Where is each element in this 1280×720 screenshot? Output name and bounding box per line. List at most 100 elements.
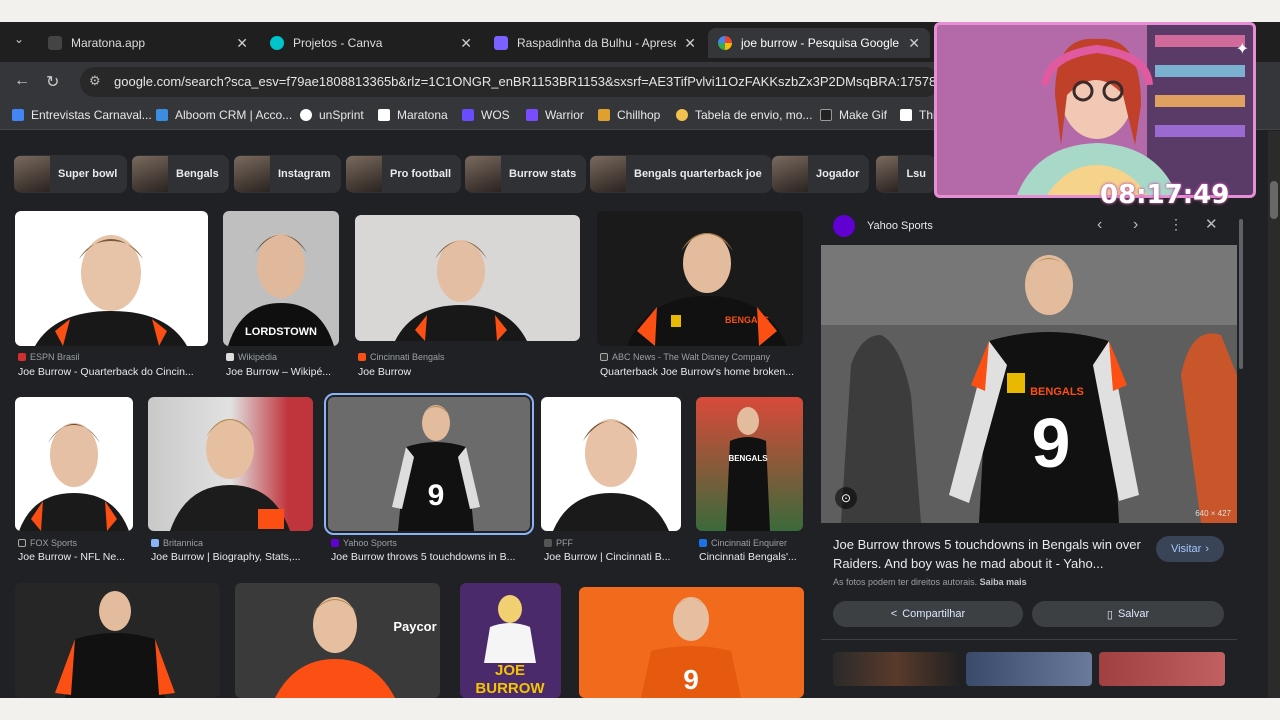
bookmark-item[interactable]: Make Gif: [820, 108, 887, 122]
close-icon[interactable]: ✕: [684, 35, 696, 52]
visit-button[interactable]: Visitar ›: [1156, 536, 1224, 562]
chip-bengals-qb[interactable]: Bengals quarterback joe: [590, 155, 772, 193]
close-icon[interactable]: ✕: [236, 35, 248, 52]
jersey-number: 9: [1032, 404, 1071, 482]
result-image[interactable]: [355, 215, 580, 341]
yahoo-source-icon: [833, 215, 855, 237]
more-options-icon[interactable]: ⋮: [1169, 216, 1183, 233]
chip-thumbnail: [876, 156, 899, 192]
chip-thumbnail: [772, 156, 808, 192]
scrollbar-thumb[interactable]: [1270, 181, 1278, 219]
result-image[interactable]: [15, 397, 133, 531]
result-title[interactable]: Joe Burrow | Biography, Stats,...: [151, 551, 315, 563]
bookmark-item[interactable]: Maratona: [378, 108, 448, 122]
result-title[interactable]: Joe Burrow – Wikipé...: [226, 366, 340, 378]
bookmark-item[interactable]: Thi: [900, 108, 936, 122]
tab-raspadinha[interactable]: Raspadinha da Bulhu - Apresen ✕: [484, 28, 706, 58]
chip-label: Lsu: [906, 168, 926, 180]
chip-jogador[interactable]: Jogador: [772, 155, 870, 193]
result-title[interactable]: Joe Burrow - NFL Ne...: [18, 551, 132, 563]
related-image[interactable]: [966, 652, 1092, 686]
tab-google-search[interactable]: joe burrow - Pesquisa Google ✕: [708, 28, 930, 58]
related-image[interactable]: [833, 652, 959, 686]
close-icon[interactable]: ✕: [1205, 215, 1218, 233]
chip-instagram[interactable]: Instagram: [234, 155, 341, 193]
result-title[interactable]: Joe Burrow throws 5 touchdowns in B...: [331, 551, 527, 563]
result-image[interactable]: [148, 397, 313, 531]
bookmark-item[interactable]: Chillhop: [598, 108, 660, 122]
result-title[interactable]: Joe Burrow | Cincinnati B...: [544, 551, 680, 563]
chip-bengals[interactable]: Bengals: [132, 155, 229, 193]
player-photo-icon: [395, 240, 527, 341]
sponsor-text: Paycor: [393, 619, 436, 634]
result-image-selected[interactable]: 9: [324, 393, 534, 535]
source-icon: [544, 539, 552, 547]
result-image[interactable]: LORDSTOWN: [223, 211, 339, 346]
chevron-right-icon: ›: [1205, 543, 1210, 555]
reload-icon[interactable]: ↻: [46, 72, 59, 92]
jersey-text: LORDSTOWN: [245, 326, 317, 338]
panel-scrollbar[interactable]: [1239, 219, 1243, 369]
chevron-left-icon[interactable]: ‹: [1097, 216, 1102, 234]
tab-search-button[interactable]: ⌄: [10, 32, 28, 50]
source-icon: [151, 539, 159, 547]
result-image[interactable]: 9: [579, 587, 804, 698]
close-icon[interactable]: ✕: [908, 35, 920, 52]
result-image[interactable]: BENGALS: [597, 211, 803, 346]
bookmark-icon: [156, 109, 168, 121]
slides-favicon-icon: [494, 36, 508, 50]
chevron-right-icon[interactable]: ›: [1133, 216, 1138, 234]
source-icon: [699, 539, 707, 547]
source-icon: [226, 353, 234, 361]
source-label: Cincinnati Enquirer: [711, 538, 788, 548]
result-source: ABC News - The Walt Disney Company: [600, 352, 770, 362]
address-bar[interactable]: ⚙ google.com/search?sca_esv=f79ae1808813…: [80, 67, 940, 97]
chip-lsu[interactable]: Lsu: [876, 155, 936, 193]
source-icon: [358, 353, 366, 361]
preview-image[interactable]: BENGALS 9 ⊙ 640 × 427: [821, 245, 1237, 523]
result-title[interactable]: Quarterback Joe Burrow's home broken...: [600, 366, 804, 378]
result-title[interactable]: Joe Burrow: [358, 366, 578, 378]
player-photo-icon: [35, 235, 187, 346]
back-arrow-icon[interactable]: ←: [14, 72, 30, 90]
result-image[interactable]: [15, 583, 220, 698]
tab-canva[interactable]: Projetos - Canva ✕: [260, 28, 482, 58]
chip-super-bowl[interactable]: Super bowl: [14, 155, 128, 193]
related-image[interactable]: [1099, 652, 1225, 686]
chip-pro-football[interactable]: Pro football: [346, 155, 462, 193]
chip-label: Bengals: [176, 168, 219, 180]
bookmark-item[interactable]: Warrior: [526, 108, 584, 122]
site-info-icon[interactable]: ⚙: [89, 73, 101, 89]
bookmark-item[interactable]: Entrevistas Carnaval...: [12, 108, 152, 122]
source-icon: [18, 353, 26, 361]
close-icon[interactable]: ✕: [460, 35, 472, 52]
bookmark-item[interactable]: Alboom CRM | Acco...: [156, 108, 292, 122]
canva-favicon-icon: [270, 36, 284, 50]
result-image[interactable]: BENGALS: [696, 397, 803, 531]
bookmark-label: Alboom CRM | Acco...: [175, 108, 293, 122]
chip-burrow-stats[interactable]: Burrow stats: [465, 155, 587, 193]
result-title[interactable]: Cincinnati Bengals'...: [699, 551, 803, 563]
save-button[interactable]: ▯ Salvar: [1032, 601, 1224, 627]
result-title[interactable]: Joe Burrow - Quarterback do Cincin...: [18, 366, 208, 378]
preview-source[interactable]: Yahoo Sports: [867, 220, 933, 232]
stream-timer: 08:17:49: [1100, 180, 1230, 210]
result-image[interactable]: [541, 397, 681, 531]
lens-icon[interactable]: ⊙: [835, 487, 857, 509]
bookmark-item[interactable]: WOS: [462, 108, 510, 122]
result-image[interactable]: Paycor: [235, 583, 440, 698]
player-photo-icon: BENGALS: [726, 407, 770, 531]
learn-more-link[interactable]: Saiba mais: [980, 577, 1027, 587]
bookmark-item[interactable]: Tabela de envio, mo...: [676, 108, 812, 122]
result-image[interactable]: JOE BURROW: [460, 583, 561, 698]
source-label: Cincinnati Bengals: [370, 352, 445, 362]
result-image[interactable]: [15, 211, 208, 346]
player-photo-icon: Paycor: [275, 597, 437, 698]
bookmark-icon: [378, 109, 390, 121]
bookmark-item[interactable]: unSprint: [300, 108, 364, 122]
preview-title[interactable]: Joe Burrow throws 5 touchdowns in Bengal…: [833, 535, 1149, 573]
jersey-number: 9: [683, 664, 699, 695]
share-button[interactable]: < Compartilhar: [833, 601, 1023, 627]
page-scrollbar[interactable]: [1268, 131, 1280, 698]
tab-maratona[interactable]: Maratona.app ✕: [38, 28, 258, 58]
